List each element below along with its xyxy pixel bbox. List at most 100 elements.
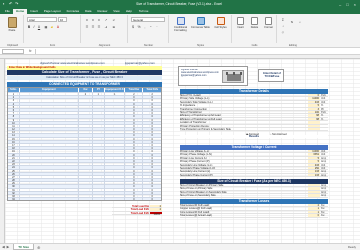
font-name-select[interactable]: Arial [27, 17, 57, 22]
table-cell[interactable] [93, 140, 105, 143]
table-cell[interactable] [79, 137, 93, 140]
table-cell[interactable] [105, 144, 126, 147]
table-cell[interactable] [105, 140, 126, 143]
table-cell[interactable]: 1 [8, 93, 20, 96]
table-cell[interactable]: 0 [143, 170, 161, 172]
table-cell[interactable]: 0 [125, 147, 144, 150]
table-cell[interactable]: 2 [125, 93, 144, 96]
table-cell[interactable] [93, 102, 105, 105]
table-cell[interactable] [105, 124, 126, 128]
conditional-formatting-button[interactable]: Conditional Formatting [171, 17, 190, 32]
table-cell[interactable]: 0 [125, 185, 144, 188]
table-cell[interactable] [93, 124, 105, 128]
table-cell[interactable] [93, 169, 105, 172]
table-cell[interactable]: 0 [125, 140, 144, 143]
table-cell[interactable] [79, 198, 93, 201]
table-cell[interactable] [20, 156, 80, 159]
minimize-icon[interactable]: – [339, 2, 341, 7]
table-cell[interactable] [105, 163, 126, 166]
save-icon[interactable]: ▪ [3, 2, 7, 6]
underline-icon[interactable]: U [37, 25, 41, 29]
table-cell[interactable] [93, 153, 105, 156]
table-cell[interactable]: 18 [8, 147, 20, 150]
table-cell[interactable] [93, 147, 105, 150]
table-cell[interactable] [93, 195, 105, 198]
table-cell[interactable]: 0 [143, 154, 161, 156]
table-cell[interactable]: 0 [125, 191, 144, 194]
table-cell[interactable] [93, 156, 105, 159]
table-cell[interactable]: 6 [8, 108, 20, 112]
table-cell[interactable]: 28 [8, 179, 20, 182]
table-cell[interactable] [93, 182, 105, 185]
name-box[interactable] [2, 48, 24, 54]
table-cell[interactable] [79, 163, 93, 166]
table-cell[interactable]: 0 [143, 141, 161, 143]
table-cell[interactable]: 29 [8, 182, 20, 185]
sort-filter-icon[interactable]: ⇅ [290, 20, 294, 24]
table-cell[interactable] [20, 188, 80, 191]
table-cell[interactable] [79, 172, 93, 175]
table-cell[interactable]: 0 [125, 159, 144, 163]
table-cell[interactable] [105, 198, 126, 201]
table-cell[interactable]: 14 [8, 134, 20, 137]
table-cell[interactable]: 19 [8, 150, 20, 153]
align-right-icon[interactable]: ☰ [97, 25, 101, 29]
table-cell[interactable] [79, 112, 93, 115]
table-cell[interactable]: 0 [125, 96, 144, 99]
table-cell[interactable] [20, 185, 80, 188]
table-cell[interactable]: 0 [143, 134, 161, 136]
table-cell[interactable]: 25 [8, 169, 20, 172]
delete-cells-button[interactable]: Delete [248, 17, 261, 29]
table-cell[interactable] [93, 137, 105, 140]
table-cell[interactable] [93, 118, 105, 121]
table-cell[interactable] [20, 147, 80, 150]
table-cell[interactable] [79, 131, 93, 134]
undo-icon[interactable]: ↶ [9, 2, 13, 6]
fill-icon[interactable]: ↓ [281, 24, 285, 28]
table-cell[interactable]: 20 [8, 153, 20, 156]
table-cell[interactable]: 0 [143, 147, 161, 149]
table-cell[interactable] [79, 105, 93, 108]
table-cell[interactable] [105, 172, 126, 175]
table-cell[interactable] [105, 99, 126, 102]
table-cell[interactable]: 1 [105, 93, 126, 96]
add-sheet-icon[interactable]: ⊕ [37, 245, 40, 250]
table-cell[interactable]: 26 [8, 172, 20, 175]
table-cell[interactable]: 0 [125, 198, 144, 201]
paste-button[interactable]: Paste [5, 17, 19, 32]
table-cell[interactable]: 0 [143, 112, 161, 114]
table-cell[interactable] [93, 172, 105, 175]
table-cell[interactable] [79, 140, 93, 143]
table-cell[interactable] [79, 108, 93, 112]
table-cell[interactable] [79, 175, 93, 179]
table-cell[interactable]: 0 [143, 189, 161, 191]
table-cell[interactable] [20, 182, 80, 185]
percent-icon[interactable]: % [137, 25, 141, 29]
table-cell[interactable]: 0 [143, 185, 161, 187]
table-cell[interactable]: 0 [125, 137, 144, 140]
table-cell[interactable] [20, 140, 80, 143]
align-bottom-icon[interactable]: ≡ [97, 18, 101, 22]
table-cell[interactable] [105, 153, 126, 156]
table-cell[interactable] [79, 144, 93, 147]
table-cell[interactable]: 0 [125, 153, 144, 156]
table-cell[interactable]: 33 [8, 195, 20, 198]
table-cell[interactable]: 11 [8, 124, 20, 128]
table-cell[interactable] [20, 99, 80, 102]
align-left-icon[interactable]: ☰ [85, 25, 89, 29]
table-cell[interactable] [20, 124, 80, 128]
table-cell[interactable] [93, 191, 105, 194]
close-icon[interactable]: × [354, 2, 356, 7]
table-cell[interactable] [93, 128, 105, 131]
table-cell[interactable] [93, 131, 105, 134]
table-cell[interactable]: 13 [8, 131, 20, 134]
table-cell[interactable] [79, 118, 93, 121]
table-cell[interactable]: 0 [125, 188, 144, 191]
table-cell[interactable]: 0 [143, 150, 161, 152]
table-cell[interactable] [20, 93, 80, 96]
sheet-tab-tc-size[interactable]: TC Size [13, 244, 35, 250]
table-cell[interactable] [93, 121, 105, 124]
table-cell[interactable]: 0 [143, 182, 161, 184]
table-cell[interactable] [79, 96, 93, 99]
table-cell[interactable] [93, 179, 105, 182]
